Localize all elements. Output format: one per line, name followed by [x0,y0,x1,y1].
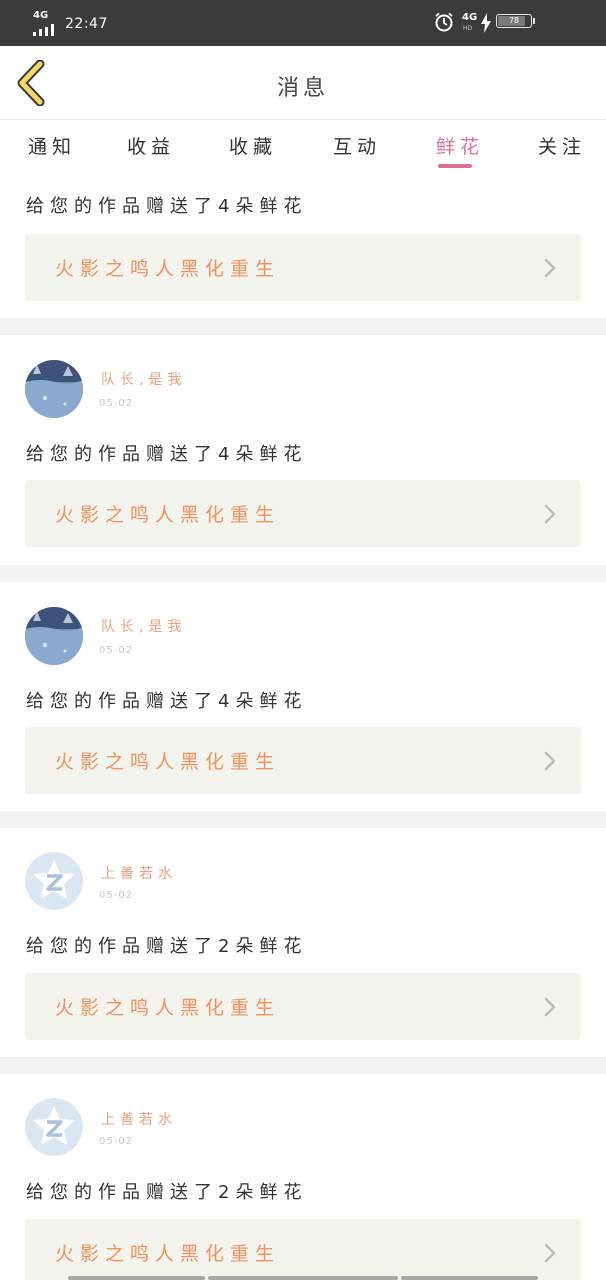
battery-level: 78 [508,16,520,25]
message-date: 05-02 [99,1136,134,1147]
snow-photo-avatar [25,607,83,665]
list-item: 队长,是我 05-02 给您的作品赠送了4朵鲜花 火影之鸣人黑化重生 [0,335,606,565]
user-name[interactable]: 上善若水 [101,863,177,883]
tab-flowers[interactable]: 鲜花 [436,132,484,159]
network-hd-label: HD [463,25,473,32]
message-text: 给您的作品赠送了2朵鲜花 [26,1182,308,1203]
work-link[interactable]: 火影之鸣人黑化重生 [25,234,581,301]
chevron-right-icon [544,1243,556,1263]
avatar[interactable] [25,852,83,910]
network-type-right: 4G [462,12,478,23]
avatar[interactable] [25,1098,83,1156]
work-link[interactable]: 火影之鸣人黑化重生 [25,1219,581,1280]
divider [0,1057,606,1074]
list-item: 上善若水 05-02 给您的作品赠送了2朵鲜花 火影之鸣人黑化重生 [0,1074,606,1280]
message-text: 给您的作品赠送了4朵鲜花 [26,444,308,465]
bottom-edge-bars [0,1276,606,1280]
work-title: 火影之鸣人黑化重生 [55,751,281,773]
list-item: 给您的作品赠送了4朵鲜花 火影之鸣人黑化重生 [0,176,606,318]
tab-active-indicator [438,164,472,168]
message-date: 05-02 [99,398,134,409]
tab-following[interactable]: 关注 [538,132,586,159]
alarm-icon [435,12,453,32]
avatar[interactable] [25,607,83,665]
user-name[interactable]: 上善若水 [101,1109,177,1129]
tab-earnings[interactable]: 收益 [127,132,175,159]
user-name[interactable]: 队长,是我 [101,616,186,636]
tab-favorites[interactable]: 收藏 [229,132,277,159]
chevron-right-icon [544,751,556,771]
default-avatar-icon [25,852,83,910]
work-title: 火影之鸣人黑化重生 [55,504,281,526]
message-text: 给您的作品赠送了4朵鲜花 [26,691,308,712]
work-link[interactable]: 火影之鸣人黑化重生 [25,480,581,547]
work-title: 火影之鸣人黑化重生 [55,258,281,280]
status-bar: 4G 22:47 4G HD 78 [0,0,606,46]
list-item: 上善若水 05-02 给您的作品赠送了2朵鲜花 火影之鸣人黑化重生 [0,828,606,1057]
network-type-left: 4G [33,10,49,21]
charging-icon [481,13,491,33]
default-avatar-icon [25,1098,83,1156]
divider [0,318,606,335]
work-title: 火影之鸣人黑化重生 [55,997,281,1019]
message-date: 05-02 [99,645,134,656]
chevron-right-icon [544,997,556,1017]
user-name[interactable]: 队长,是我 [101,369,186,389]
battery-icon: 78 [496,14,535,28]
divider [0,565,606,582]
message-text: 给您的作品赠送了4朵鲜花 [26,196,308,217]
tab-notifications[interactable]: 通知 [28,132,76,159]
signal-icon [33,24,59,36]
snow-photo-avatar [25,360,83,418]
app-header: 消息 [0,46,606,120]
status-time: 22:47 [65,16,108,32]
message-list[interactable]: 给您的作品赠送了4朵鲜花 火影之鸣人黑化重生 队长,是我 05-02 给您的作品… [0,176,606,1280]
message-text: 给您的作品赠送了2朵鲜花 [26,936,308,957]
page-title: 消息 [276,76,329,101]
chevron-right-icon [544,504,556,524]
divider [0,811,606,828]
work-link[interactable]: 火影之鸣人黑化重生 [25,973,581,1040]
chevron-right-icon [544,258,556,278]
tab-interactions[interactable]: 互动 [333,132,381,159]
message-date: 05-02 [99,890,134,901]
avatar[interactable] [25,360,83,418]
list-item: 队长,是我 05-02 给您的作品赠送了4朵鲜花 火影之鸣人黑化重生 [0,582,606,811]
status-right: 4G HD 78 [434,11,574,35]
work-link[interactable]: 火影之鸣人黑化重生 [25,727,581,794]
tab-bar: 通知 收益 收藏 互动 鲜花 关注 [0,120,606,176]
work-title: 火影之鸣人黑化重生 [55,1243,281,1265]
